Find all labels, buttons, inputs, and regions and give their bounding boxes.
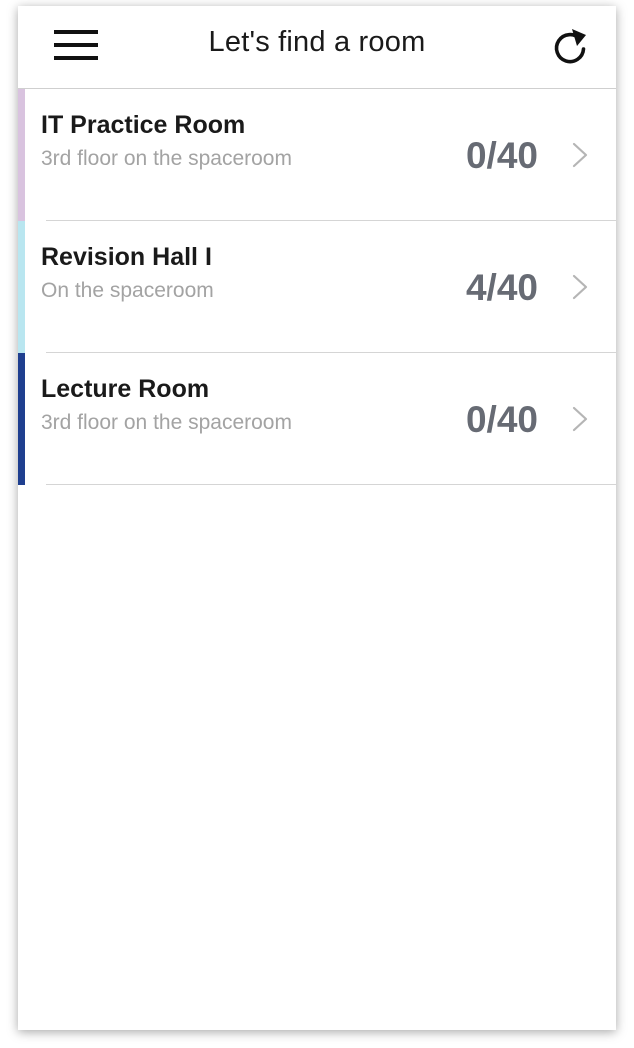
room-name: Revision Hall I: [41, 243, 212, 271]
room-row-revision-hall[interactable]: Revision Hall I On the spaceroom 4/40: [18, 221, 616, 353]
room-name: Lecture Room: [41, 375, 210, 403]
chevron-right-icon: [572, 274, 588, 300]
app-header: Let's find a room: [18, 6, 616, 89]
room-location: 3rd floor on the spaceroom: [41, 411, 292, 434]
room-location: 3rd floor on the spaceroom: [41, 147, 292, 170]
room-location: On the spaceroom: [41, 279, 214, 302]
page-title: Let's find a room: [208, 26, 426, 58]
room-name: IT Practice Room: [41, 111, 246, 139]
app-screen: Let's find a room IT Practice Room 3rd f…: [18, 6, 616, 1030]
room-occupancy: 4/40: [465, 267, 538, 308]
room-color-bar: [18, 221, 25, 353]
row-divider: [46, 484, 616, 485]
chevron-right-icon: [572, 142, 588, 168]
refresh-icon[interactable]: [546, 24, 594, 72]
chevron-right-icon: [572, 406, 588, 432]
room-list: IT Practice Room 3rd floor on the spacer…: [18, 89, 616, 485]
room-color-bar: [18, 353, 25, 485]
room-occupancy: 0/40: [465, 399, 538, 440]
room-row-it-practice[interactable]: IT Practice Room 3rd floor on the spacer…: [18, 89, 616, 221]
room-occupancy: 0/40: [465, 135, 538, 176]
room-row-lecture[interactable]: Lecture Room 3rd floor on the spaceroom …: [18, 353, 616, 485]
room-color-bar: [18, 89, 25, 221]
